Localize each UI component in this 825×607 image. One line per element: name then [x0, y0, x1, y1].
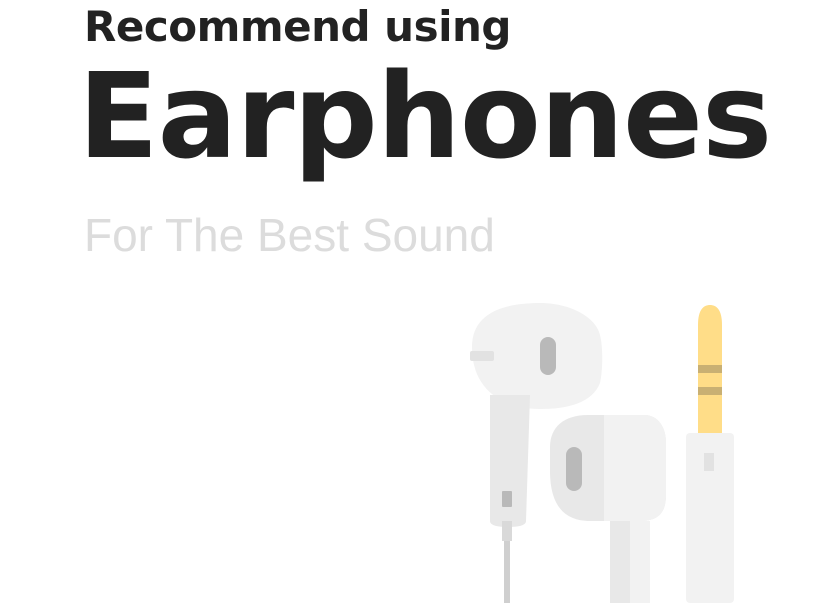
tagline: For The Best Sound [84, 209, 495, 261]
audio-plug [686, 305, 734, 603]
earphones-icon [470, 303, 734, 603]
earphones-illustration [460, 295, 750, 603]
right-earbud [550, 415, 666, 603]
intro-line: Recommend using [84, 2, 511, 51]
headline-earphones: Earphones [78, 47, 772, 185]
